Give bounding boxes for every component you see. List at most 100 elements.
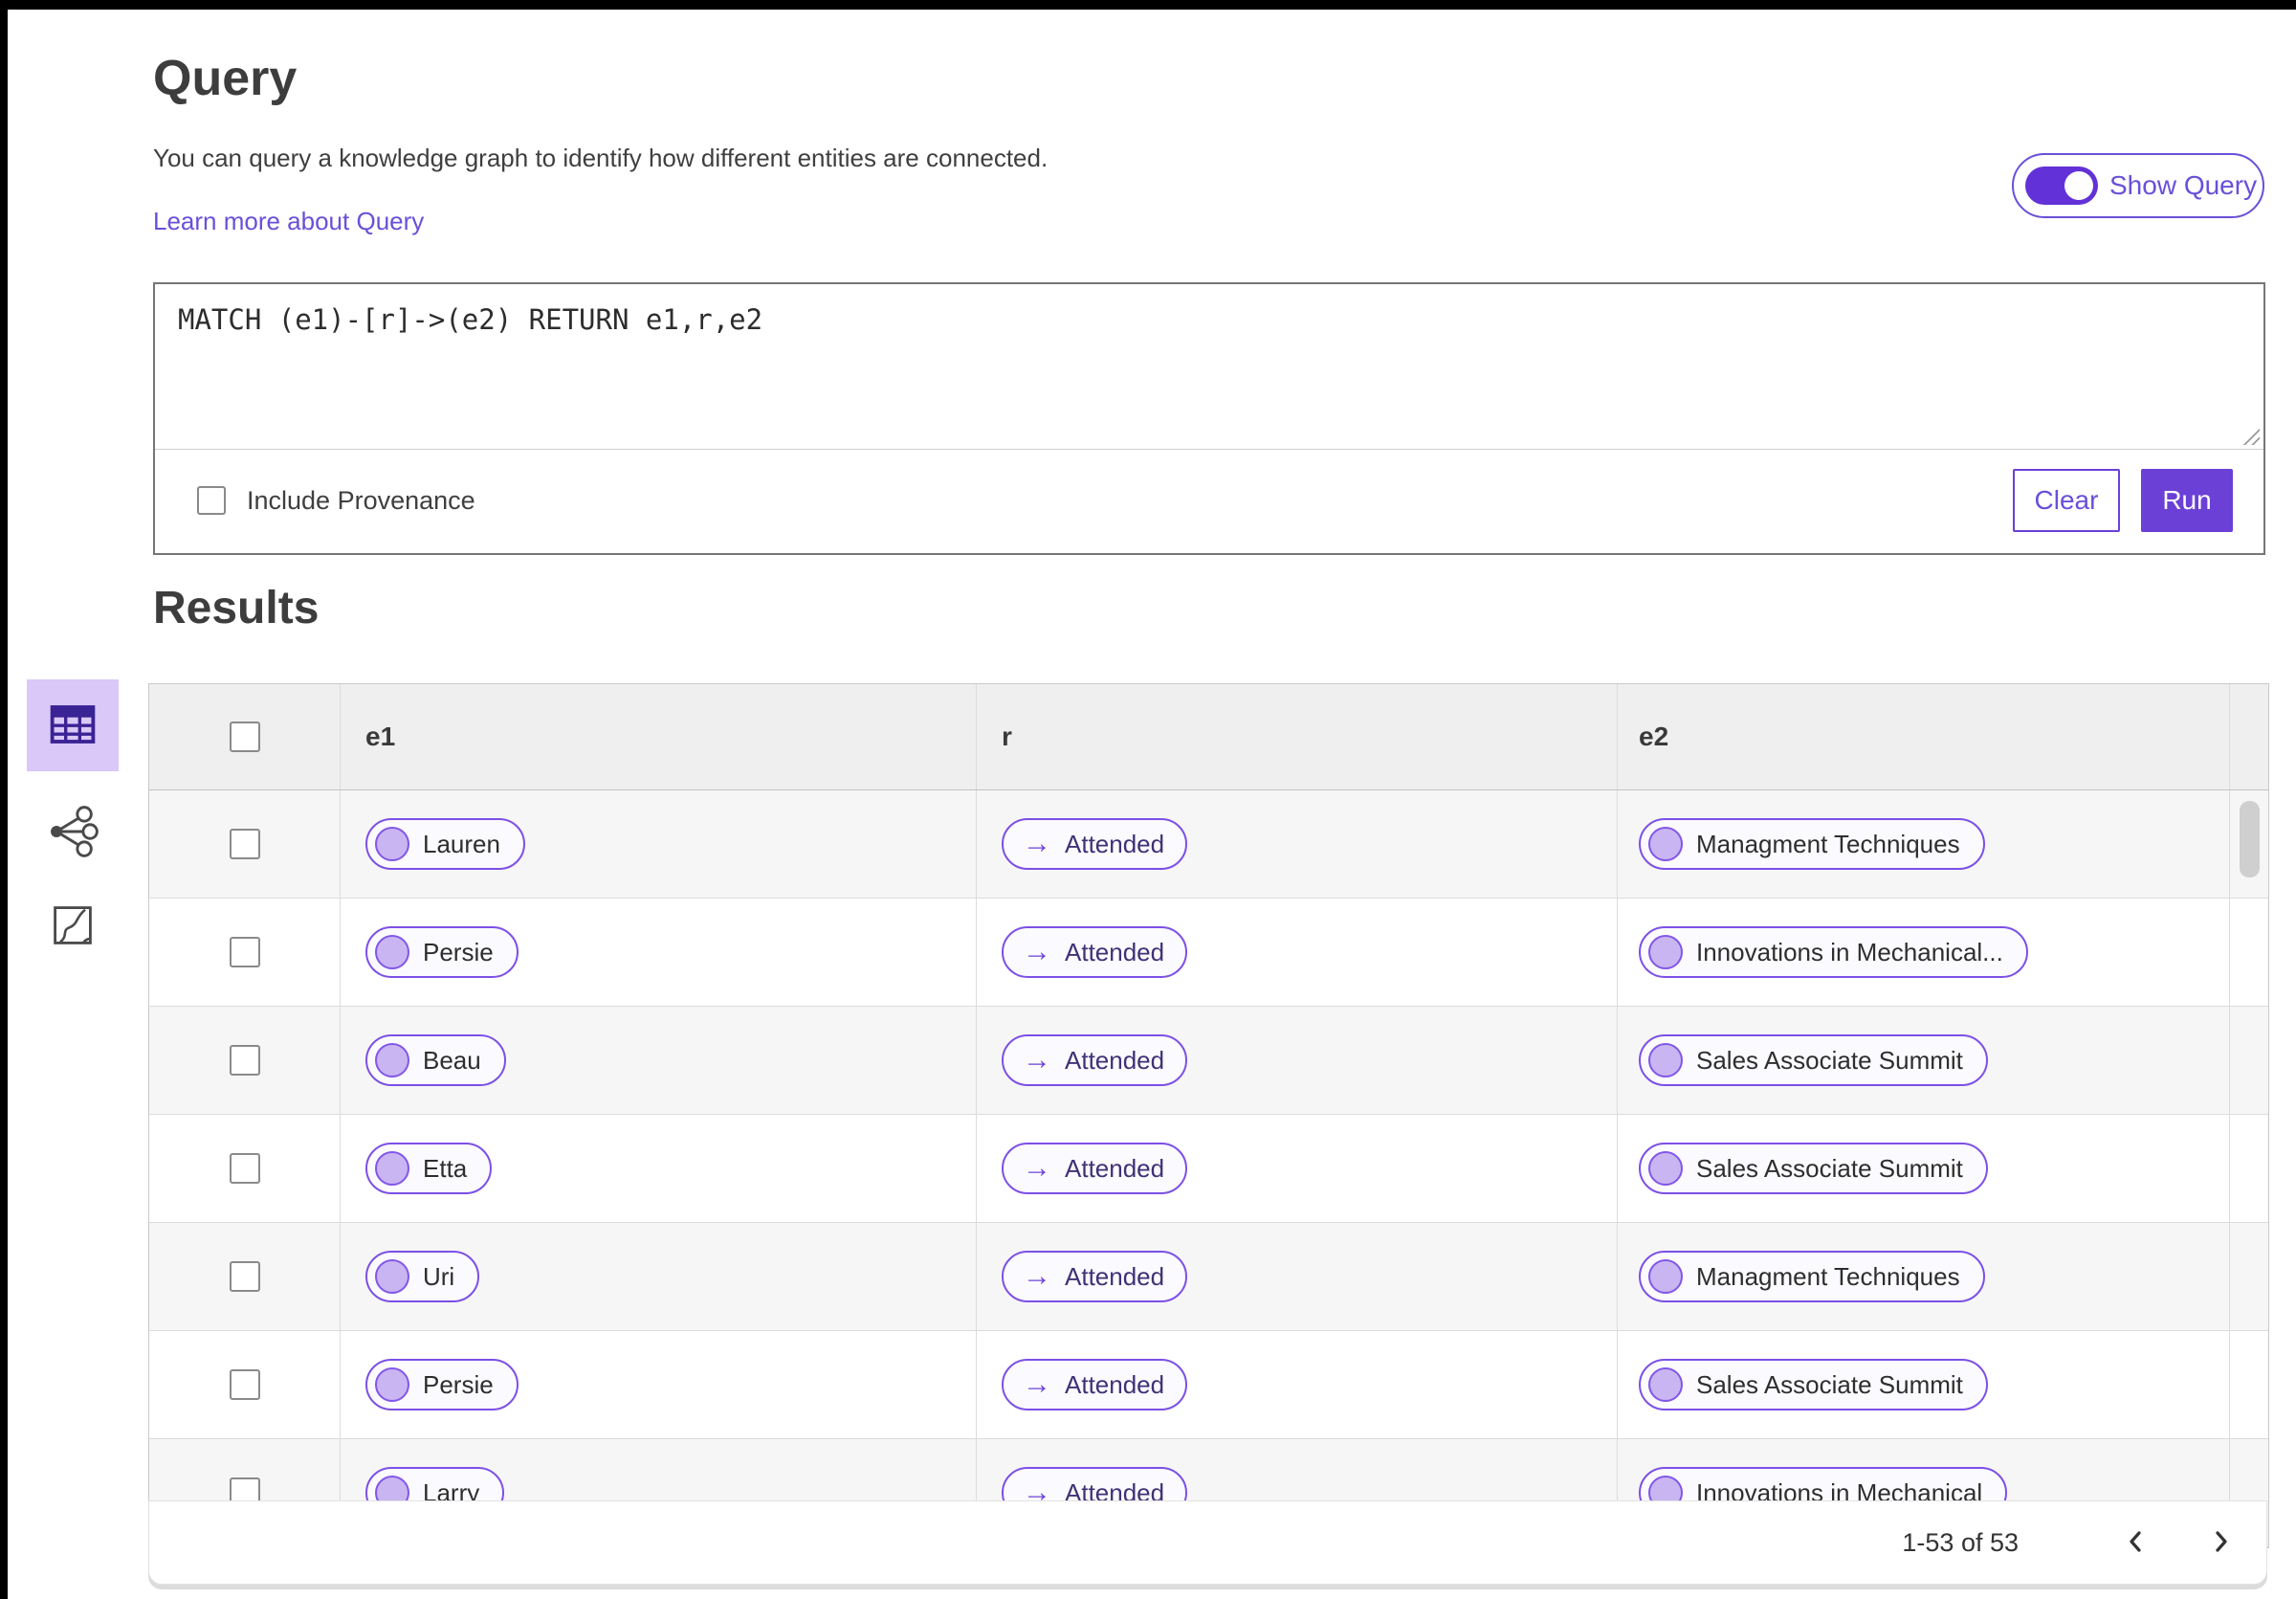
- cell-e2: Sales Associate Summit: [1618, 1007, 2230, 1114]
- query-buttons: Clear Run: [2013, 469, 2233, 532]
- select-all-checkbox[interactable]: [229, 722, 260, 752]
- query-controls: Include Provenance Clear Run: [155, 450, 2263, 551]
- entity-pill[interactable]: Managment Techniques: [1639, 818, 1985, 870]
- table-row: Persie → Attended Innovations in Mechanical…: [149, 899, 2268, 1007]
- entity-pill[interactable]: Sales Associate Summit: [1639, 1143, 1988, 1194]
- entity-label: Sales Associate Summit: [1696, 1153, 1963, 1183]
- entity-pill[interactable]: Beau: [365, 1034, 506, 1086]
- column-header-e1: e1: [341, 684, 977, 789]
- graph-view-button[interactable]: [42, 802, 103, 863]
- cell-e2: Sales Associate Summit: [1618, 1331, 2230, 1438]
- cell-e2: Managment Techniques: [1618, 790, 2230, 898]
- toggle-knob: [2064, 171, 2093, 200]
- window-frame-left: [0, 0, 8, 1599]
- header-checkbox-cell: [149, 684, 341, 789]
- arrow-right-icon: →: [1023, 828, 1051, 859]
- page-description: You can query a knowledge graph to ident…: [153, 144, 1049, 172]
- entity-label: Innovations in Mechanical...: [1696, 937, 2003, 966]
- table-body: Lauren → Attended Managment Techniques Persi…: [149, 790, 2268, 1547]
- map-view-button[interactable]: [44, 898, 101, 955]
- relation-pill[interactable]: → Attended: [1002, 1251, 1188, 1302]
- query-editor-panel: MATCH (e1)-[r]->(e2) RETURN e1,r,e2 Incl…: [153, 282, 2265, 555]
- entity-label: Lauren: [423, 829, 500, 858]
- arrow-right-icon: →: [1023, 936, 1051, 967]
- entity-node-icon: [375, 1151, 409, 1186]
- row-checkbox[interactable]: [229, 1045, 260, 1076]
- row-checkbox[interactable]: [229, 1153, 260, 1184]
- relation-label: Attended: [1065, 937, 1165, 966]
- show-query-label: Show Query: [2109, 170, 2258, 200]
- include-provenance-checkbox[interactable]: [197, 486, 226, 515]
- scrollbar-gutter: [2230, 1007, 2267, 1114]
- entity-pill[interactable]: Etta: [365, 1143, 493, 1194]
- relation-label: Attended: [1065, 1153, 1165, 1183]
- cell-e1: Lauren: [341, 790, 977, 898]
- row-checkbox[interactable]: [229, 829, 260, 859]
- query-editor[interactable]: MATCH (e1)-[r]->(e2) RETURN e1,r,e2: [155, 284, 2263, 450]
- entity-label: Sales Associate Summit: [1696, 1369, 1963, 1399]
- table-view-button[interactable]: [27, 679, 119, 771]
- scrollbar-gutter: [2230, 1223, 2267, 1330]
- pagination-prev-button[interactable]: [2119, 1524, 2153, 1562]
- entity-pill[interactable]: Uri: [365, 1251, 480, 1302]
- row-checkbox[interactable]: [229, 1261, 260, 1292]
- entity-node-icon: [375, 1367, 409, 1402]
- row-checkbox[interactable]: [229, 1369, 260, 1400]
- row-checkbox[interactable]: [229, 937, 260, 967]
- table-header-row: e1 r e2: [149, 684, 2268, 790]
- arrow-right-icon: →: [1023, 1044, 1051, 1076]
- entity-node-icon: [1648, 1043, 1683, 1077]
- relation-pill[interactable]: → Attended: [1002, 926, 1188, 978]
- results-view-switcher: [27, 679, 119, 955]
- run-button[interactable]: Run: [2141, 469, 2233, 532]
- entity-node-icon: [1648, 1151, 1683, 1186]
- pagination-bar: 1-53 of 53: [148, 1500, 2267, 1585]
- scrollbar-gutter: [2230, 899, 2267, 1006]
- cell-r: → Attended: [977, 899, 1618, 1006]
- pagination-next-button[interactable]: [2203, 1524, 2238, 1562]
- clear-button[interactable]: Clear: [2013, 469, 2120, 532]
- cell-r: → Attended: [977, 790, 1618, 898]
- graph-view-icon: [45, 804, 100, 862]
- entity-label: Persie: [423, 1369, 494, 1399]
- entity-node-icon: [1648, 935, 1683, 969]
- entity-pill[interactable]: Managment Techniques: [1639, 1251, 1985, 1302]
- table-row: Lauren → Attended Managment Techniques: [149, 790, 2268, 899]
- entity-node-icon: [1648, 827, 1683, 861]
- relation-pill[interactable]: → Attended: [1002, 818, 1188, 870]
- include-provenance-label: Include Provenance: [247, 485, 475, 515]
- page-title: Query: [153, 51, 298, 106]
- map-view-icon: [48, 900, 98, 953]
- table-scrollbar[interactable]: [2240, 801, 2260, 877]
- entity-node-icon: [1648, 1259, 1683, 1294]
- relation-pill[interactable]: → Attended: [1002, 1359, 1188, 1410]
- cell-r: → Attended: [977, 1115, 1618, 1222]
- entity-pill[interactable]: Sales Associate Summit: [1639, 1034, 1988, 1086]
- show-query-toggle[interactable]: Show Query: [2012, 153, 2264, 218]
- row-checkbox-cell: [149, 790, 341, 898]
- relation-label: Attended: [1065, 1045, 1165, 1075]
- entity-node-icon: [375, 935, 409, 969]
- cell-e2: Innovations in Mechanical...: [1618, 899, 2230, 1006]
- entity-label: Managment Techniques: [1696, 1261, 1960, 1291]
- entity-pill[interactable]: Persie: [365, 1359, 519, 1410]
- include-provenance-option[interactable]: Include Provenance: [197, 486, 475, 516]
- cell-r: → Attended: [977, 1223, 1618, 1330]
- learn-more-link[interactable]: Learn more about Query: [153, 207, 424, 236]
- cell-e1: Persie: [341, 1331, 977, 1438]
- entity-pill[interactable]: Sales Associate Summit: [1639, 1359, 1988, 1410]
- toggle-switch-icon[interactable]: [2025, 167, 2098, 205]
- arrow-right-icon: →: [1023, 1368, 1051, 1400]
- entity-pill[interactable]: Lauren: [365, 818, 525, 870]
- entity-pill[interactable]: Persie: [365, 926, 519, 978]
- resize-handle-icon[interactable]: [2241, 426, 2260, 445]
- chevron-left-icon: [2119, 1524, 2153, 1562]
- relation-pill[interactable]: → Attended: [1002, 1143, 1188, 1194]
- scrollbar-gutter: [2230, 1115, 2267, 1222]
- relation-pill[interactable]: → Attended: [1002, 1034, 1188, 1086]
- table-row: Etta → Attended Sales Associate Summit: [149, 1115, 2268, 1223]
- entity-pill[interactable]: Innovations in Mechanical...: [1639, 926, 2028, 978]
- entity-label: Sales Associate Summit: [1696, 1045, 1963, 1075]
- query-text: MATCH (e1)-[r]->(e2) RETURN e1,r,e2: [178, 303, 763, 336]
- entity-label: Managment Techniques: [1696, 829, 1960, 858]
